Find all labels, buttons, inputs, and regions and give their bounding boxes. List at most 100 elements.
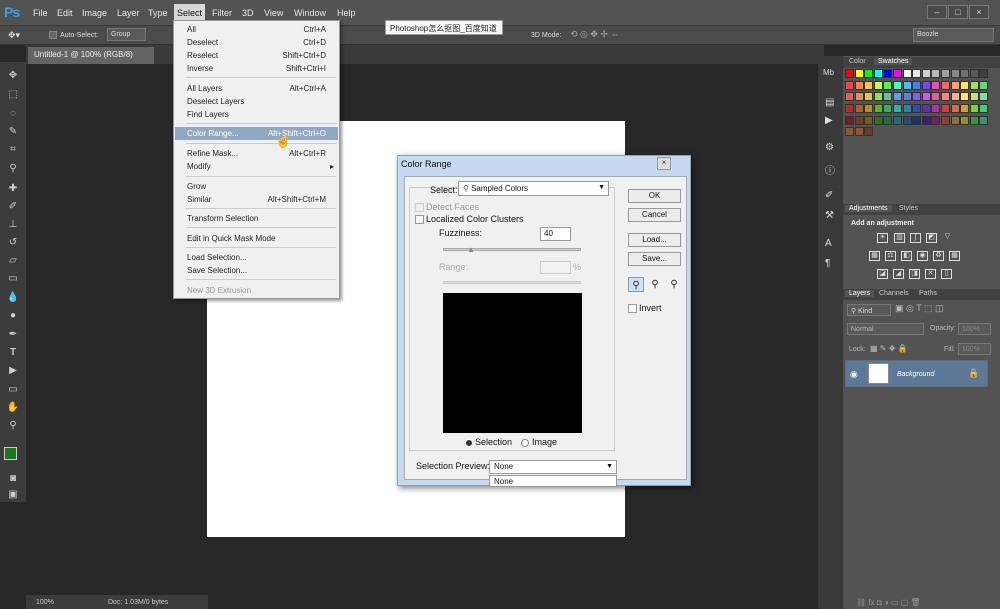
- detect-faces-checkbox[interactable]: [415, 203, 424, 212]
- layer-filter-kind[interactable]: ⚲ Kind: [847, 304, 891, 316]
- invert-adj-icon[interactable]: ◪: [877, 269, 888, 279]
- selection-preview-dropdown[interactable]: None ▼: [489, 460, 617, 474]
- swatches-grid[interactable]: [845, 69, 989, 139]
- vibrance-icon[interactable]: ▽: [942, 233, 953, 243]
- swatch[interactable]: [854, 69, 864, 78]
- swatch[interactable]: [883, 103, 893, 113]
- swatch[interactable]: [864, 115, 874, 125]
- dialog-close-button[interactable]: ×: [657, 157, 671, 170]
- swatch[interactable]: [902, 92, 912, 102]
- range-slider[interactable]: [443, 281, 581, 284]
- swatch[interactable]: [864, 103, 874, 113]
- tab-channels[interactable]: Channels: [875, 290, 913, 297]
- menu-item-all-layers[interactable]: All Layers Alt+Ctrl+A: [175, 82, 338, 95]
- menu-select[interactable]: Select: [174, 4, 205, 20]
- swatch[interactable]: [931, 80, 941, 90]
- swatch[interactable]: [854, 92, 864, 102]
- brush-presets-icon[interactable]: ✐: [825, 190, 833, 201]
- tab-paths[interactable]: Paths: [915, 290, 941, 297]
- type-icon[interactable]: T: [6, 347, 20, 359]
- gradient-icon[interactable]: ▭: [6, 273, 20, 285]
- tab-swatches[interactable]: Swatches: [874, 58, 913, 65]
- levels-icon[interactable]: ▥: [894, 233, 905, 243]
- hand-icon[interactable]: ✋: [6, 402, 20, 414]
- fuzziness-input[interactable]: 40: [540, 227, 571, 241]
- quick-mask-icon[interactable]: ◙: [6, 473, 20, 485]
- menu-item-all[interactable]: All Ctrl+A: [175, 23, 338, 36]
- swatch[interactable]: [960, 92, 970, 102]
- swatch[interactable]: [931, 115, 941, 125]
- tab-color[interactable]: Color: [845, 58, 870, 65]
- save-button[interactable]: Save...: [628, 252, 681, 266]
- swatch[interactable]: [969, 115, 979, 125]
- swatch[interactable]: [893, 80, 902, 90]
- curves-icon[interactable]: ∫: [910, 233, 921, 243]
- swatch[interactable]: [854, 103, 864, 113]
- swatch[interactable]: [912, 115, 922, 125]
- paragraph-icon[interactable]: ¶: [825, 258, 830, 269]
- workspace-dropdown[interactable]: Boozle: [913, 28, 994, 42]
- swatch[interactable]: [893, 103, 902, 113]
- swatch[interactable]: [921, 103, 931, 113]
- swatch[interactable]: [864, 80, 874, 90]
- menu-item-save-selection[interactable]: Save Selection...: [175, 264, 338, 277]
- auto-select-checkbox[interactable]: [49, 31, 57, 39]
- stamp-icon[interactable]: ⊥: [6, 219, 20, 231]
- tool-presets-icon[interactable]: ⚒: [825, 210, 834, 221]
- tab-styles[interactable]: Styles: [895, 205, 922, 212]
- swatch[interactable]: [979, 115, 989, 125]
- menu-edit[interactable]: Edit: [57, 8, 73, 18]
- swatch[interactable]: [931, 92, 941, 102]
- pen-icon[interactable]: ✒: [6, 329, 20, 341]
- menu-item-3d-extrusion[interactable]: New 3D Extrusion: [175, 284, 338, 297]
- menu-item-similar[interactable]: Similar Alt+Shift+Ctrl+M: [175, 193, 338, 206]
- visibility-eye-icon[interactable]: ◉: [850, 369, 858, 380]
- swatch[interactable]: [845, 80, 854, 90]
- blend-mode-dropdown[interactable]: Normal: [847, 323, 924, 335]
- close-window-button[interactable]: ×: [969, 5, 989, 19]
- menu-layer[interactable]: Layer: [117, 8, 140, 18]
- swatch[interactable]: [883, 92, 893, 102]
- 3d-tools-icon[interactable]: ⟲ ◎ ✥ ✢ ⇔: [570, 29, 619, 40]
- character-icon[interactable]: A: [825, 238, 832, 249]
- swatch[interactable]: [893, 115, 902, 125]
- blur-icon[interactable]: 💧: [6, 292, 20, 304]
- swatch[interactable]: [912, 103, 922, 113]
- swatch[interactable]: [854, 127, 864, 137]
- selection-preview-option[interactable]: None: [489, 475, 617, 487]
- swatch[interactable]: [950, 69, 960, 78]
- ok-button[interactable]: OK: [628, 189, 681, 203]
- menu-3d[interactable]: 3D: [242, 8, 254, 18]
- range-input[interactable]: [540, 261, 571, 274]
- localized-clusters-checkbox[interactable]: [415, 215, 424, 224]
- lasso-icon[interactable]: ◌: [6, 108, 20, 120]
- menu-file[interactable]: File: [33, 8, 48, 18]
- swatch[interactable]: [921, 92, 931, 102]
- swatch[interactable]: [854, 80, 864, 90]
- swatch[interactable]: [864, 127, 874, 137]
- gradient-map-icon[interactable]: ▯: [941, 269, 952, 279]
- swatch[interactable]: [941, 92, 950, 102]
- swatch[interactable]: [864, 92, 874, 102]
- swatch[interactable]: [950, 115, 960, 125]
- menu-item-grow[interactable]: Grow: [175, 180, 338, 193]
- document-tab[interactable]: Untitled-1 @ 100% (RGB/8): [28, 47, 154, 64]
- menu-item-find-layers[interactable]: Find Layers: [175, 108, 338, 121]
- swatch[interactable]: [883, 69, 893, 78]
- swatch[interactable]: [854, 115, 864, 125]
- marquee-icon[interactable]: ⬚: [6, 89, 20, 101]
- swatch[interactable]: [902, 115, 912, 125]
- swatch[interactable]: [864, 69, 874, 78]
- color-balance-icon[interactable]: ⚖: [885, 251, 896, 261]
- eyedropper-icon[interactable]: ⚲: [628, 277, 644, 292]
- dodge-icon[interactable]: ●: [6, 310, 20, 322]
- history-brush-icon[interactable]: ↺: [6, 237, 20, 249]
- swatch[interactable]: [873, 92, 883, 102]
- swatch[interactable]: [950, 103, 960, 113]
- swatch[interactable]: [941, 103, 950, 113]
- swatch[interactable]: [979, 80, 989, 90]
- swatch[interactable]: [960, 103, 970, 113]
- swatch[interactable]: [979, 92, 989, 102]
- swatch[interactable]: [873, 103, 883, 113]
- move-icon[interactable]: ✥: [6, 70, 20, 82]
